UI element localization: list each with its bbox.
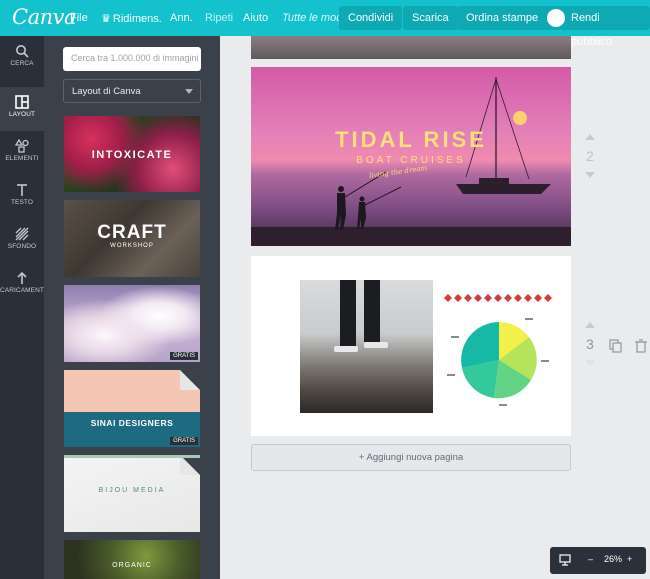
search-icon — [16, 45, 29, 58]
zoom-out-button[interactable]: – — [588, 554, 593, 564]
nav-layout[interactable]: LAYOUT — [0, 87, 44, 131]
move-page-up-icon[interactable] — [585, 134, 595, 140]
layout-select[interactable]: Layout di Canva — [63, 79, 201, 103]
thumb-title: CRAFT — [97, 222, 167, 243]
photo-leg-right — [364, 280, 380, 342]
zoom-level: 26% — [604, 554, 623, 564]
saved-status: Tutte le modifiche — [282, 12, 342, 24]
thumb-title: ORGANIC — [112, 562, 152, 569]
nav-uploads-label: CARICAMENTI — [0, 287, 46, 294]
photo-legs[interactable] — [300, 280, 433, 413]
nav-uploads[interactable]: CARICAMENTI — [0, 263, 46, 307]
page-3[interactable] — [251, 256, 571, 436]
chevron-down-icon — [185, 89, 193, 94]
nav-search-label: CERCA — [10, 60, 34, 67]
layout-panel: Cerca tra 1.000.000 di immagini Layout d… — [44, 36, 220, 579]
order-prints-button[interactable]: Ordina stampe — [457, 6, 548, 30]
nav-layout-label: LAYOUT — [8, 111, 36, 118]
layout-select-value: Layout di Canva — [72, 86, 141, 97]
resize-menu[interactable]: ♛ Ridimens. — [101, 12, 162, 25]
redo-button[interactable]: Ripeti — [205, 12, 233, 24]
delete-page-icon[interactable] — [635, 339, 647, 353]
thumb-title: SINAI DESIGNERS — [90, 418, 174, 428]
upload-icon — [17, 271, 27, 284]
publish-label: Rendi pubblico — [571, 12, 612, 48]
crown-icon: ♛ — [101, 13, 111, 25]
nav-elements[interactable]: ELEMENTI — [0, 131, 44, 175]
side-nav: CERCA LAYOUT ELEMENTI TESTO SFONDO CARIC… — [0, 36, 46, 579]
nav-search[interactable]: CERCA — [0, 36, 44, 80]
free-badge: GRATIS — [170, 437, 198, 445]
layout-thumb-clouds[interactable]: GRATIS — [64, 285, 200, 362]
text-icon — [17, 184, 27, 196]
resize-label: Ridimens. — [112, 13, 162, 25]
thumb-title: BIJOU MEDIA — [98, 487, 166, 494]
nav-elements-label: ELEMENTI — [5, 155, 39, 162]
layout-icon — [15, 95, 29, 109]
nav-text-label: TESTO — [10, 199, 34, 206]
add-page-button[interactable]: + Aggiungi nuova pagina — [251, 444, 571, 471]
poster-title: TIDAL RISE — [335, 127, 487, 152]
page-3-number: 3 — [586, 336, 594, 352]
nav-background[interactable]: SFONDO — [0, 219, 44, 263]
move-page-down-icon[interactable] — [585, 172, 595, 178]
background-icon — [15, 227, 29, 241]
publish-button[interactable]: Rendi pubblico — [543, 6, 650, 48]
thumb-subtitle: WORKSHOP — [110, 243, 154, 249]
nav-text[interactable]: TESTO — [0, 175, 44, 219]
presentation-icon[interactable] — [559, 554, 571, 566]
photo-leg-left — [340, 280, 356, 346]
file-menu[interactable]: File — [70, 12, 88, 24]
layout-thumb-craft[interactable]: CRAFT WORKSHOP — [64, 200, 200, 277]
share-button[interactable]: Condividi — [339, 6, 403, 30]
zoom-in-button[interactable]: + — [627, 554, 632, 564]
layout-thumb-sinai[interactable]: SINAI DESIGNERS GRATIS — [64, 370, 200, 447]
zoom-bar: – 26% + — [550, 547, 646, 574]
photo-shoe-left — [334, 346, 358, 352]
free-badge: GRATIS — [170, 352, 198, 360]
poster-subtitle: BOAT CRUISES — [356, 155, 466, 166]
nav-background-label: SFONDO — [7, 243, 37, 250]
page-curl — [180, 455, 200, 475]
pie-chart-graphic[interactable] — [441, 290, 561, 430]
layout-thumb-intoxicate[interactable]: INTOXICATE — [64, 116, 200, 192]
page-curl — [180, 370, 200, 390]
top-bar: Canva File ♛ Ridimens. Ann. Ripeti Aiuto … — [0, 0, 650, 48]
download-button[interactable]: Scarica — [403, 6, 458, 30]
copy-page-icon[interactable] — [609, 339, 623, 353]
layout-thumb-organic[interactable]: ORGANIC — [64, 540, 200, 579]
page-2-poster[interactable]: TIDAL RISE BOAT CRUISES living the dream — [251, 67, 571, 246]
page-1-remnant[interactable] — [251, 36, 571, 59]
publish-toggle-icon — [547, 9, 565, 27]
canva-logo[interactable]: Canva — [12, 5, 77, 29]
move-page-up-icon[interactable] — [585, 322, 595, 328]
help-menu[interactable]: Aiuto — [243, 12, 268, 24]
image-search-input[interactable]: Cerca tra 1.000.000 di immagini — [63, 47, 201, 71]
move-page-down-icon[interactable] — [585, 360, 595, 366]
page-2-number: 2 — [586, 148, 594, 164]
undo-button[interactable]: Ann. — [170, 12, 193, 24]
layout-thumb-bijou[interactable]: BIJOU MEDIA — [64, 455, 200, 532]
thumb-title: INTOXICATE — [91, 149, 173, 161]
photo-shoe-right — [364, 342, 388, 348]
shapes-icon — [15, 139, 29, 153]
thumb-accent-bar — [64, 455, 200, 458]
